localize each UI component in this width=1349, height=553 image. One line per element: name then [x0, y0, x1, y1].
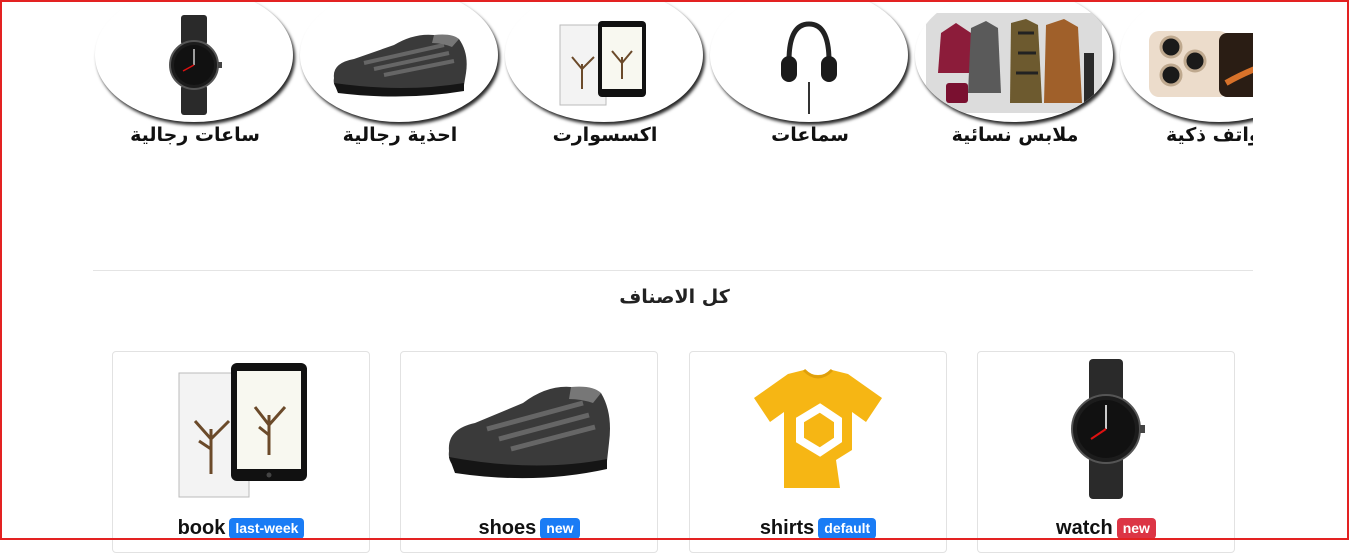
product-card-shirts[interactable]: shirts default — [689, 351, 947, 553]
category-label: ملابس نسائية — [951, 124, 1079, 146]
status-badge: default — [818, 518, 877, 539]
product-name[interactable]: book — [178, 517, 226, 539]
product-name[interactable]: watch — [1056, 517, 1113, 539]
product-card-book[interactable]: book last-week — [112, 351, 370, 553]
category-image-frame[interactable] — [505, 0, 703, 122]
product-card-shoes[interactable]: shoes new — [400, 351, 658, 553]
category-item-headphones[interactable]: سماعات — [710, 0, 910, 150]
category-carousel[interactable]: ساعات رجالية احذية رجالية اكسسوارت سماعا… — [93, 0, 1253, 160]
status-badge: new — [1116, 518, 1156, 539]
section-title: كل الاصناف — [619, 286, 730, 308]
category-label: هواتف ذكية — [1165, 124, 1253, 146]
category-label: سماعات — [771, 124, 849, 146]
category-item-mens-watches[interactable]: ساعات رجالية — [95, 0, 295, 150]
tshirt-icon — [754, 368, 882, 488]
watch-icon — [169, 15, 222, 115]
category-label: ساعات رجالية — [130, 124, 260, 146]
category-image-frame[interactable] — [300, 0, 498, 122]
category-item-accessories[interactable]: اكسسوارت — [505, 0, 705, 150]
product-card-watch[interactable]: watch new — [977, 351, 1235, 553]
section-divider — [93, 270, 1253, 271]
headphones-icon — [781, 21, 837, 114]
product-name[interactable]: shoes — [478, 517, 536, 539]
category-image-frame[interactable] — [915, 0, 1113, 122]
category-label: احذية رجالية — [342, 124, 458, 146]
watch-icon — [1071, 359, 1145, 499]
shoe-icon — [448, 386, 610, 479]
shoe-icon — [333, 34, 467, 97]
category-item-mens-shoes[interactable]: احذية رجالية — [300, 0, 500, 150]
womens-clothes-icon — [926, 13, 1102, 113]
product-name[interactable]: shirts — [760, 517, 814, 539]
book-icon — [178, 363, 307, 498]
category-item-womens-clothes[interactable]: ملابس نسائية — [915, 0, 1115, 150]
smartphone-icon — [1149, 31, 1253, 97]
book-icon — [559, 21, 646, 106]
status-badge: last-week — [229, 518, 305, 539]
status-badge: new — [540, 518, 580, 539]
category-image-frame[interactable] — [710, 0, 908, 122]
category-label: اكسسوارت — [552, 124, 658, 146]
category-image-frame[interactable] — [1120, 0, 1253, 122]
category-image-frame[interactable] — [95, 0, 293, 122]
category-item-smartphones[interactable]: هواتف ذكية — [1120, 0, 1253, 150]
